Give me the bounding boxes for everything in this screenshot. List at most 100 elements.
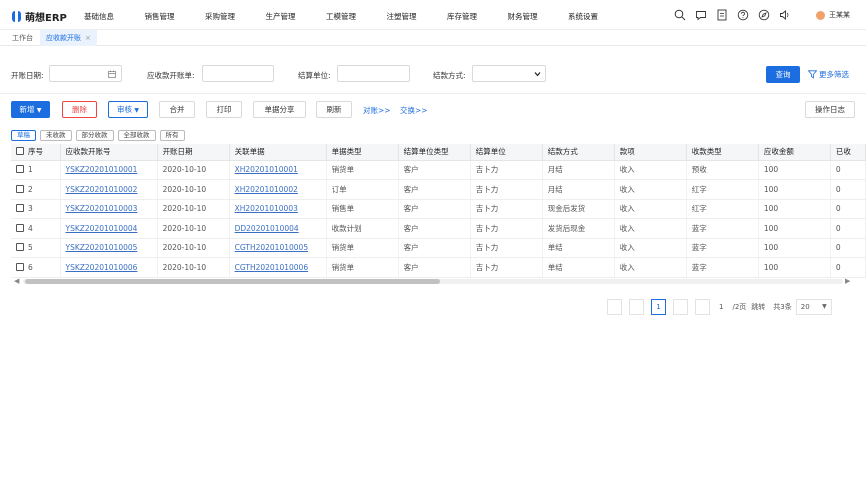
date-field[interactable]: [49, 65, 122, 82]
tab-workbench[interactable]: 工作台: [6, 30, 39, 46]
unit-field[interactable]: [337, 65, 410, 82]
cell-doc-no[interactable]: YSKZ20201010001: [60, 160, 158, 180]
status-tab-partial[interactable]: 部分收款: [75, 130, 114, 141]
refresh-button[interactable]: 刷新: [316, 101, 352, 118]
add-button[interactable]: 新增 ▼: [11, 101, 50, 118]
row-checkbox[interactable]: [16, 243, 24, 252]
nav-item-finance[interactable]: 财务管理: [508, 11, 569, 22]
user-name: 王某某: [829, 11, 850, 19]
status-tab-unpaid[interactable]: 未收款: [40, 130, 72, 141]
cell-receipt-type: 蓝字: [686, 238, 759, 258]
table-row[interactable]: 5 YSKZ20201010005 2020-10-10 CGTH2020101000…: [11, 238, 866, 258]
scroll-right-icon[interactable]: ▶: [845, 277, 850, 285]
table-row[interactable]: 3 YSKZ20201010003 2020-10-10 XH20201010003 销…: [11, 199, 866, 219]
row-checkbox[interactable]: [16, 223, 24, 232]
tab-receivable-opening[interactable]: 应收款开账 ×: [40, 30, 97, 46]
cell-receipt-type: 蓝字: [686, 257, 759, 278]
status-tab-all[interactable]: 所有: [159, 130, 185, 141]
cell-index: 2: [11, 179, 61, 200]
cell-doc-no[interactable]: YSKZ20201010004: [60, 218, 158, 239]
table-row[interactable]: 1 YSKZ20201010001 2020-10-10 XH20201010001 销…: [11, 160, 866, 180]
scroll-left-icon[interactable]: ◀: [14, 277, 19, 285]
header-item[interactable]: 款项: [614, 144, 687, 161]
first-page-button[interactable]: [607, 299, 622, 315]
unit-label: 结算单位:: [298, 71, 331, 80]
cell-related-doc[interactable]: XH20201010001: [229, 160, 327, 180]
jump-button[interactable]: 跳转: [751, 302, 765, 312]
page-size-value: 20: [800, 303, 810, 311]
cell-related-doc[interactable]: CGTH20201010006: [229, 257, 327, 278]
row-checkbox[interactable]: [16, 262, 24, 271]
header-method[interactable]: 结款方式: [542, 144, 615, 161]
cell-doc-no[interactable]: YSKZ20201010002: [60, 179, 158, 200]
exchange-link[interactable]: 交换>>: [400, 105, 428, 116]
cell-method: 单结: [542, 238, 615, 258]
nav-item-basic-info[interactable]: 基础信息: [84, 11, 145, 22]
row-checkbox[interactable]: [16, 165, 24, 174]
last-page-button[interactable]: [695, 299, 710, 315]
status-tab-full[interactable]: 全部收款: [117, 130, 156, 141]
scroll-thumb[interactable]: [25, 279, 440, 284]
query-button[interactable]: 查询: [766, 66, 800, 83]
horizontal-scrollbar[interactable]: ◀ ▶: [11, 276, 866, 286]
row-checkbox[interactable]: [16, 184, 24, 193]
cell-doc-no[interactable]: YSKZ20201010003: [60, 199, 158, 219]
chat-icon[interactable]: [695, 9, 707, 21]
search-icon[interactable]: [674, 9, 686, 21]
doc-field[interactable]: [202, 65, 274, 82]
review-button[interactable]: 审核 ▼: [108, 101, 148, 118]
nav-item-production[interactable]: 生产管理: [266, 11, 327, 22]
top-icon-group: [674, 9, 791, 21]
nav-item-purchase[interactable]: 采购管理: [205, 11, 266, 22]
cell-related-doc[interactable]: DD20201010004: [229, 218, 327, 239]
speaker-icon[interactable]: [779, 9, 791, 21]
cell-related-doc[interactable]: XH20201010003: [229, 199, 327, 219]
status-tab-draft[interactable]: 草稿: [11, 130, 36, 141]
operation-log-button[interactable]: 操作日志: [805, 101, 855, 118]
table-row[interactable]: 6 YSKZ20201010006 2020-10-10 CGTH2020101000…: [11, 257, 866, 278]
nav-item-mold[interactable]: 工模管理: [326, 11, 387, 22]
table-row[interactable]: 2 YSKZ20201010002 2020-10-10 XH20201010002 订…: [11, 179, 866, 200]
help-icon[interactable]: [737, 9, 749, 21]
nav-item-inventory[interactable]: 库存管理: [447, 11, 508, 22]
document-icon[interactable]: [716, 9, 728, 21]
cell-amount: 100: [758, 160, 831, 180]
cell-doc-no[interactable]: YSKZ20201010006: [60, 257, 158, 278]
cell-doc-no[interactable]: YSKZ20201010005: [60, 238, 158, 258]
nav-item-sales[interactable]: 销售管理: [145, 11, 206, 22]
print-button[interactable]: 打印: [206, 101, 242, 118]
table-row[interactable]: 4 YSKZ20201010004 2020-10-10 DD20201010004 收…: [11, 218, 866, 239]
app-logo[interactable]: 萌想ERP: [12, 9, 67, 24]
header-receipt-type[interactable]: 收款类型: [686, 144, 759, 161]
cell-unit-type: 客户: [398, 257, 471, 278]
user-menu[interactable]: 王某某: [816, 10, 850, 20]
delete-button[interactable]: 删除: [62, 101, 97, 118]
prev-page-button[interactable]: [629, 299, 644, 315]
header-doc-type[interactable]: 单据类型: [326, 144, 399, 161]
row-checkbox[interactable]: [16, 204, 24, 213]
share-button[interactable]: 单据分享: [253, 101, 306, 118]
header-doc-no[interactable]: 应收款开账号: [60, 144, 158, 161]
nav-item-injection[interactable]: 注塑管理: [387, 11, 448, 22]
header-received[interactable]: 已收: [830, 144, 866, 161]
header-related-doc[interactable]: 关联单据: [229, 144, 327, 161]
header-unit[interactable]: 结算单位: [470, 144, 543, 161]
next-page-button[interactable]: [673, 299, 688, 315]
tab-label: 应收款开账: [46, 34, 81, 42]
cell-related-doc[interactable]: CGTH20201010005: [229, 238, 327, 258]
header-amount[interactable]: 应收金额: [758, 144, 831, 161]
nav-item-settings[interactable]: 系统设置: [568, 11, 629, 22]
more-filters-link[interactable]: 更多筛选: [808, 69, 849, 80]
reconcile-link[interactable]: 对账>>: [363, 105, 391, 116]
method-select[interactable]: [472, 65, 546, 82]
cell-related-doc[interactable]: XH20201010002: [229, 179, 327, 200]
page-1-button[interactable]: 1: [651, 299, 666, 315]
select-all-checkbox[interactable]: [16, 147, 24, 156]
compass-icon[interactable]: [758, 9, 770, 21]
header-unit-type[interactable]: 结算单位类型: [398, 144, 471, 161]
add-label: 新增: [19, 105, 35, 114]
page-size-select[interactable]: 20 ▼: [795, 299, 832, 315]
close-icon[interactable]: ×: [85, 34, 91, 42]
merge-button[interactable]: 合并: [159, 101, 195, 118]
header-date[interactable]: 开账日期: [157, 144, 230, 161]
